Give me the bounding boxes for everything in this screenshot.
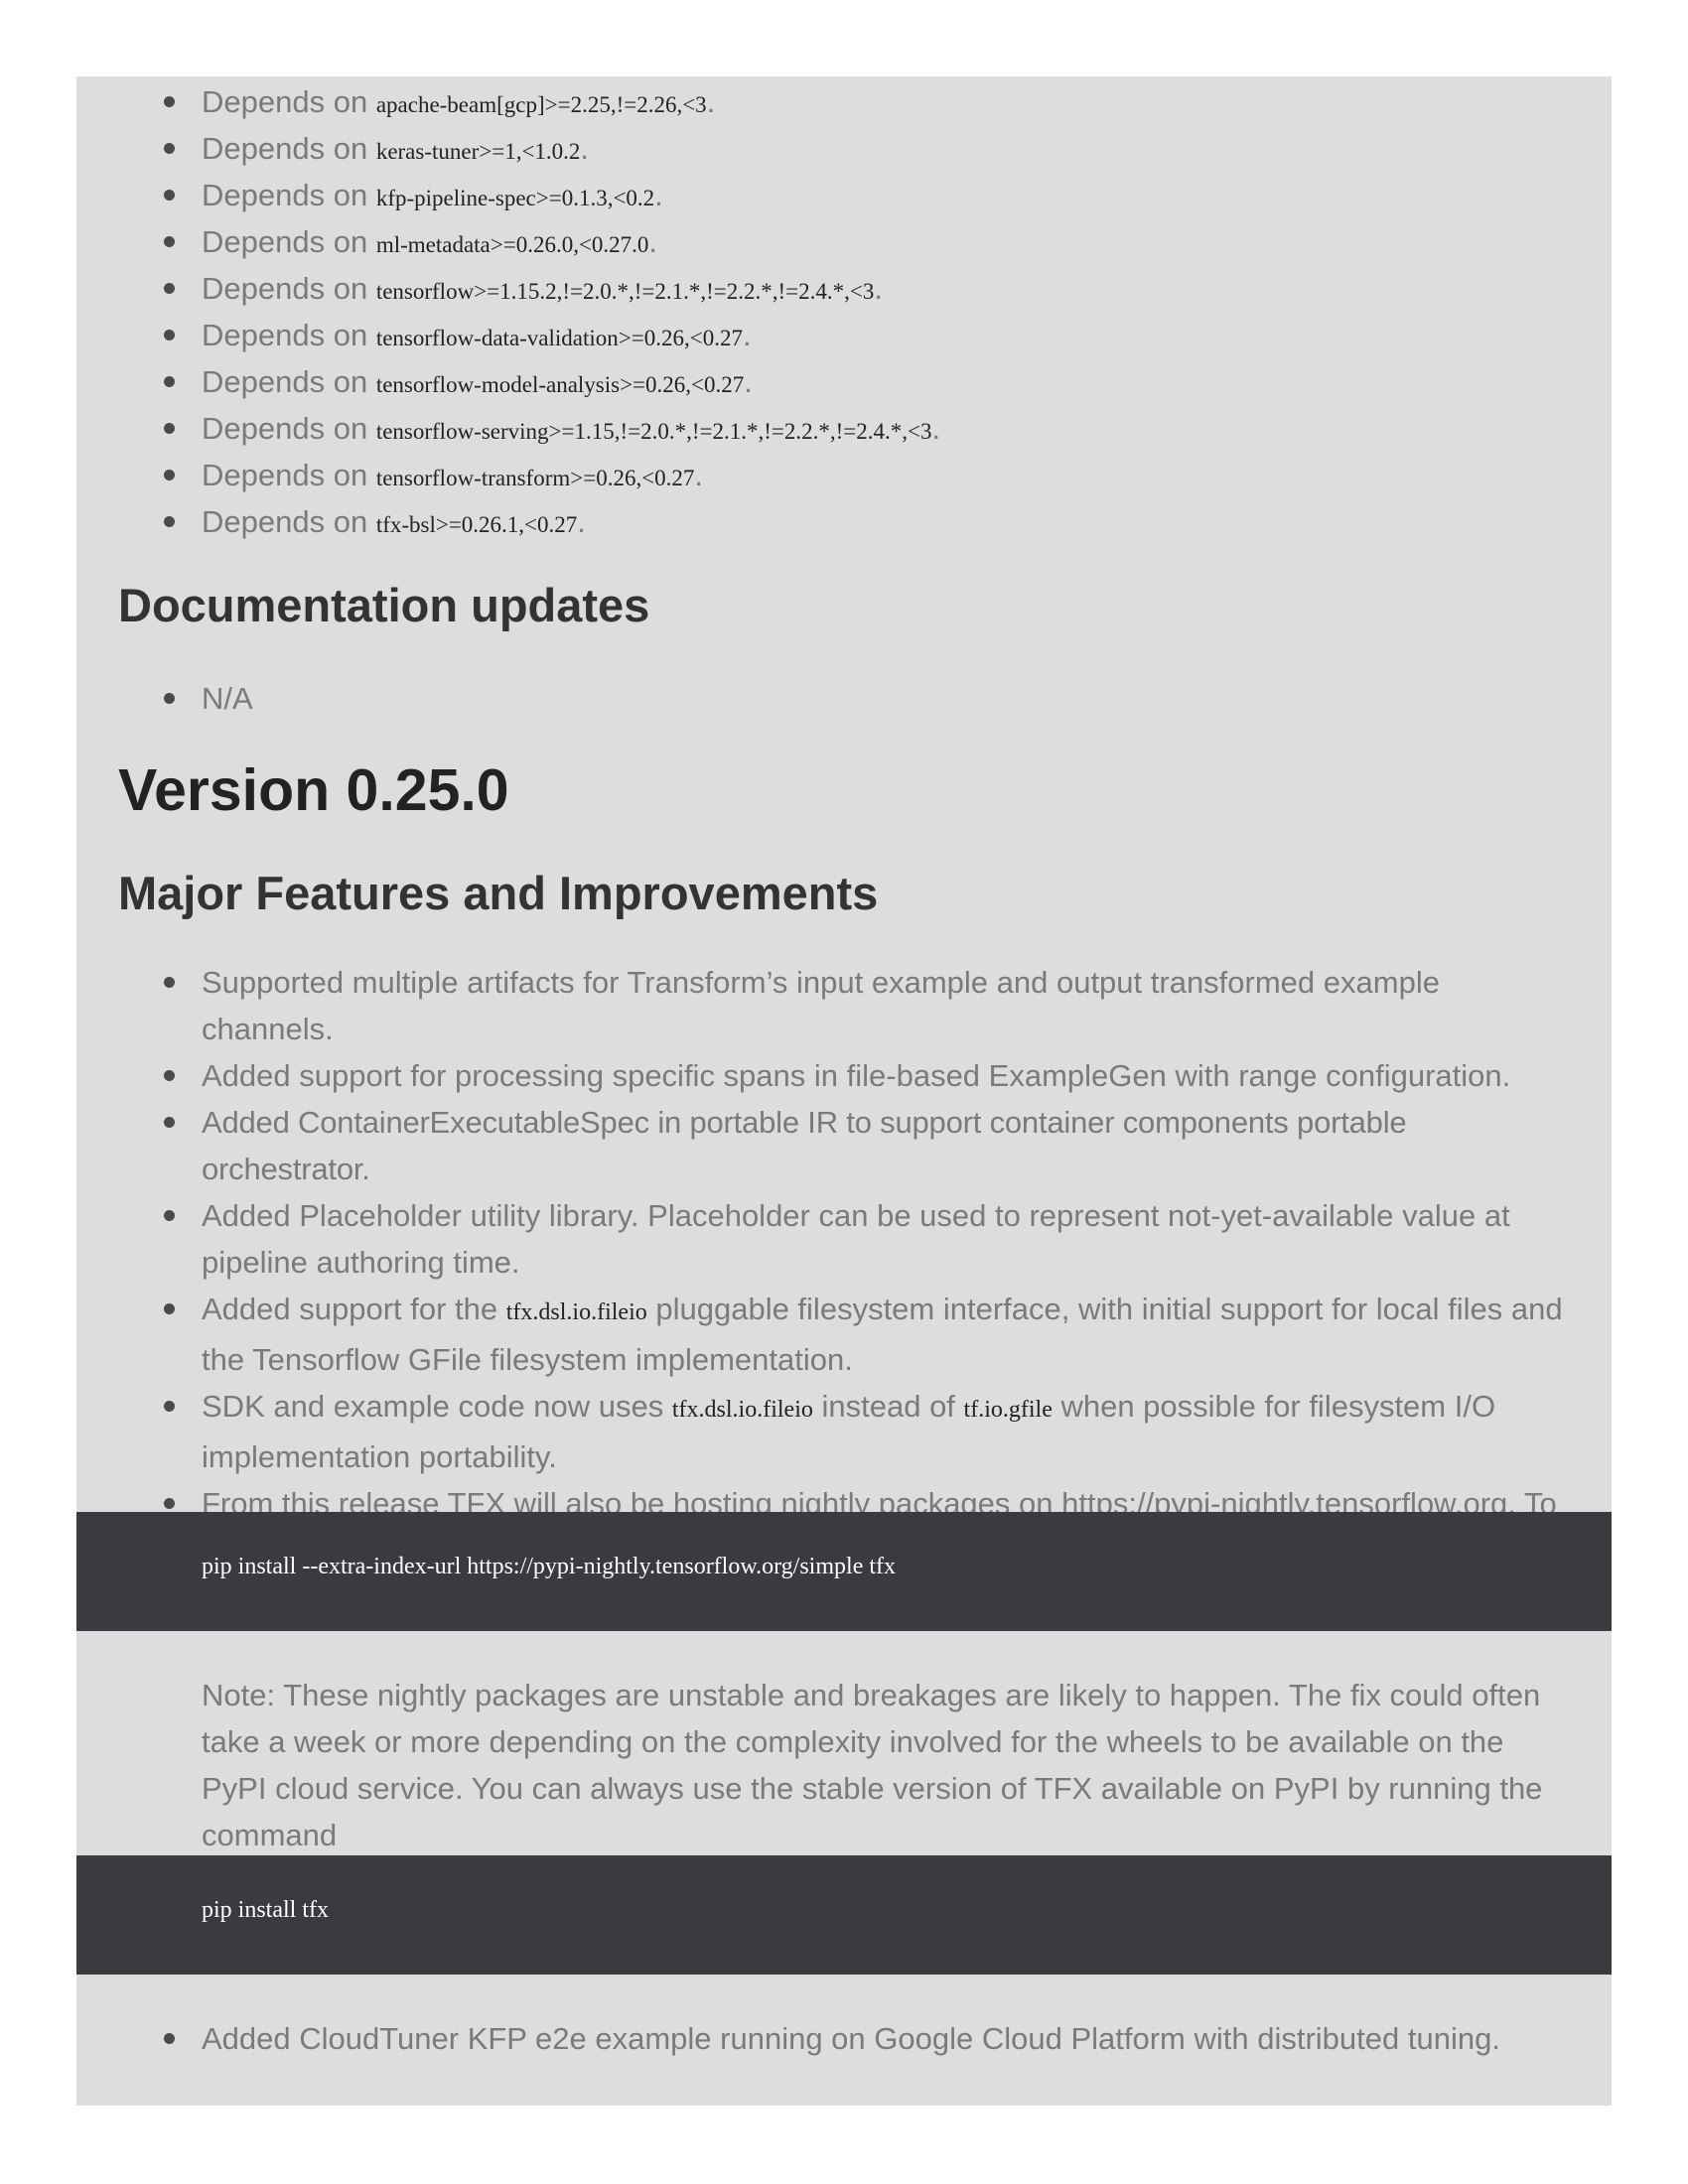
bullet-icon <box>164 1498 175 1509</box>
list-item: Depends on tensorflow-serving>=1.15,!=2.… <box>76 405 1612 452</box>
bullet-icon <box>164 2033 175 2044</box>
depends-on-label: Depends on <box>202 458 368 492</box>
package-spec: tensorflow-serving>=1.15,!=2.0.*,!=2.1.*… <box>375 419 932 444</box>
list-item-text: instead of <box>812 1389 964 1424</box>
list-item-text: Added ContainerExecutableSpec in portabl… <box>202 1105 1407 1186</box>
list-item-text: SDK and example code now uses <box>202 1389 672 1424</box>
cloudtuner-section: Added CloudTuner KFP e2e example running… <box>76 2015 1612 2062</box>
list-item: Depends on tensorflow-transform>=0.26,<0… <box>76 452 1612 498</box>
depends-on-label: Depends on <box>202 411 368 446</box>
package-spec: ml-metadata>=0.26.0,<0.27.0 <box>375 232 649 257</box>
depends-on-label: Depends on <box>202 271 368 306</box>
list-item: Added support for the tfx.dsl.io.fileio … <box>76 1286 1612 1383</box>
documentation-updates-section: N/A <box>76 675 1612 722</box>
list-item: Depends on tfx-bsl>=0.26.1,<0.27. <box>76 498 1612 545</box>
bullet-icon <box>164 693 175 704</box>
bullet-icon <box>164 1070 175 1081</box>
nightly-note: Note: These nightly packages are unstabl… <box>202 1678 1543 1852</box>
inline-code: tfx.dsl.io.fileio <box>505 1299 647 1325</box>
major-features-heading: Major Features and Improvements <box>118 867 879 919</box>
depends-on-label: Depends on <box>202 131 368 166</box>
inline-code: tfx.dsl.io.fileio <box>671 1397 813 1423</box>
list-item-text: Added support for the <box>202 1292 506 1326</box>
depends-on-label: Depends on <box>202 318 368 352</box>
list-item-text: N/A <box>202 681 253 716</box>
bullet-icon <box>164 1303 175 1314</box>
package-spec: tensorflow-transform>=0.26,<0.27 <box>375 466 695 490</box>
depends-on-label: Depends on <box>202 224 368 259</box>
documentation-updates-list: N/A <box>76 675 1612 722</box>
bullet-icon <box>164 1210 175 1221</box>
list-item: Added ContainerExecutableSpec in portabl… <box>76 1099 1612 1192</box>
depends-on-label: Depends on <box>202 178 368 212</box>
list-item: Depends on apache-beam[gcp]>=2.25,!=2.26… <box>76 78 1612 125</box>
list-item: Depends on tensorflow-data-validation>=0… <box>76 312 1612 358</box>
document-page: Depends on apache-beam[gcp]>=2.25,!=2.26… <box>76 76 1612 2106</box>
list-item: Depends on keras-tuner>=1,<1.0.2. <box>76 125 1612 172</box>
feature-list: Supported multiple artifacts for Transfo… <box>76 959 1612 1573</box>
major-features-section: Supported multiple artifacts for Transfo… <box>76 959 1612 1573</box>
list-item-text: Added Placeholder utility library. Place… <box>202 1198 1510 1280</box>
bullet-icon <box>164 143 175 154</box>
bullet-icon <box>164 516 175 527</box>
depends-on-label: Depends on <box>202 504 368 539</box>
inline-code: tf.io.gfile <box>963 1397 1053 1423</box>
list-item: Added Placeholder utility library. Place… <box>76 1192 1612 1286</box>
code-block: pip install tfx <box>76 1855 1612 1975</box>
list-item-text: Added support for processing specific sp… <box>202 1058 1511 1093</box>
bullet-icon <box>164 423 175 434</box>
list-item: Depends on tensorflow-model-analysis>=0.… <box>76 358 1612 405</box>
list-item-text: Added CloudTuner KFP e2e example running… <box>202 2021 1500 2056</box>
bullet-icon <box>164 190 175 201</box>
bullet-icon <box>164 470 175 480</box>
package-spec: tensorflow>=1.15.2,!=2.0.*,!=2.1.*,!=2.2… <box>375 279 875 304</box>
list-item: Added CloudTuner KFP e2e example running… <box>76 2015 1612 2062</box>
list-item-text: Supported multiple artifacts for Transfo… <box>202 965 1440 1046</box>
bullet-icon <box>164 1117 175 1128</box>
code-block-text: pip install --extra-index-url https://py… <box>202 1554 896 1579</box>
documentation-updates-heading: Documentation updates <box>118 579 650 631</box>
depends-on-label: Depends on <box>202 84 368 119</box>
bullet-icon <box>164 1401 175 1412</box>
depends-on-label: Depends on <box>202 364 368 399</box>
list-item: Supported multiple artifacts for Transfo… <box>76 959 1612 1052</box>
list-item: Depends on kfp-pipeline-spec>=0.1.3,<0.2… <box>76 172 1612 218</box>
package-spec: tfx-bsl>=0.26.1,<0.27 <box>375 512 578 537</box>
package-spec: keras-tuner>=1,<1.0.2 <box>375 139 581 164</box>
bullet-icon <box>164 977 175 988</box>
version-heading: Version 0.25.0 <box>118 757 509 823</box>
list-item: Depends on tensorflow>=1.15.2,!=2.0.*,!=… <box>76 265 1612 312</box>
dependencies-section: Depends on apache-beam[gcp]>=2.25,!=2.26… <box>76 78 1612 545</box>
list-item: Depends on ml-metadata>=0.26.0,<0.27.0. <box>76 218 1612 265</box>
package-spec: kfp-pipeline-spec>=0.1.3,<0.2 <box>375 186 655 210</box>
feature-list: Added CloudTuner KFP e2e example running… <box>76 2015 1612 2062</box>
package-spec: tensorflow-model-analysis>=0.26,<0.27 <box>375 372 745 397</box>
bullet-icon <box>164 96 175 107</box>
package-spec: tensorflow-data-validation>=0.26,<0.27 <box>375 326 743 350</box>
code-block: pip install --extra-index-url https://py… <box>76 1512 1612 1631</box>
bullet-icon <box>164 376 175 387</box>
list-item: Added support for processing specific sp… <box>76 1052 1612 1099</box>
bullet-icon <box>164 283 175 294</box>
code-block-text: pip install tfx <box>202 1897 329 1923</box>
package-spec: apache-beam[gcp]>=2.25,!=2.26,<3 <box>375 92 707 117</box>
bullet-icon <box>164 330 175 341</box>
dependency-list: Depends on apache-beam[gcp]>=2.25,!=2.26… <box>76 78 1612 545</box>
list-item: SDK and example code now uses tfx.dsl.io… <box>76 1383 1612 1480</box>
bullet-icon <box>164 236 175 247</box>
list-item: N/A <box>76 675 1612 722</box>
